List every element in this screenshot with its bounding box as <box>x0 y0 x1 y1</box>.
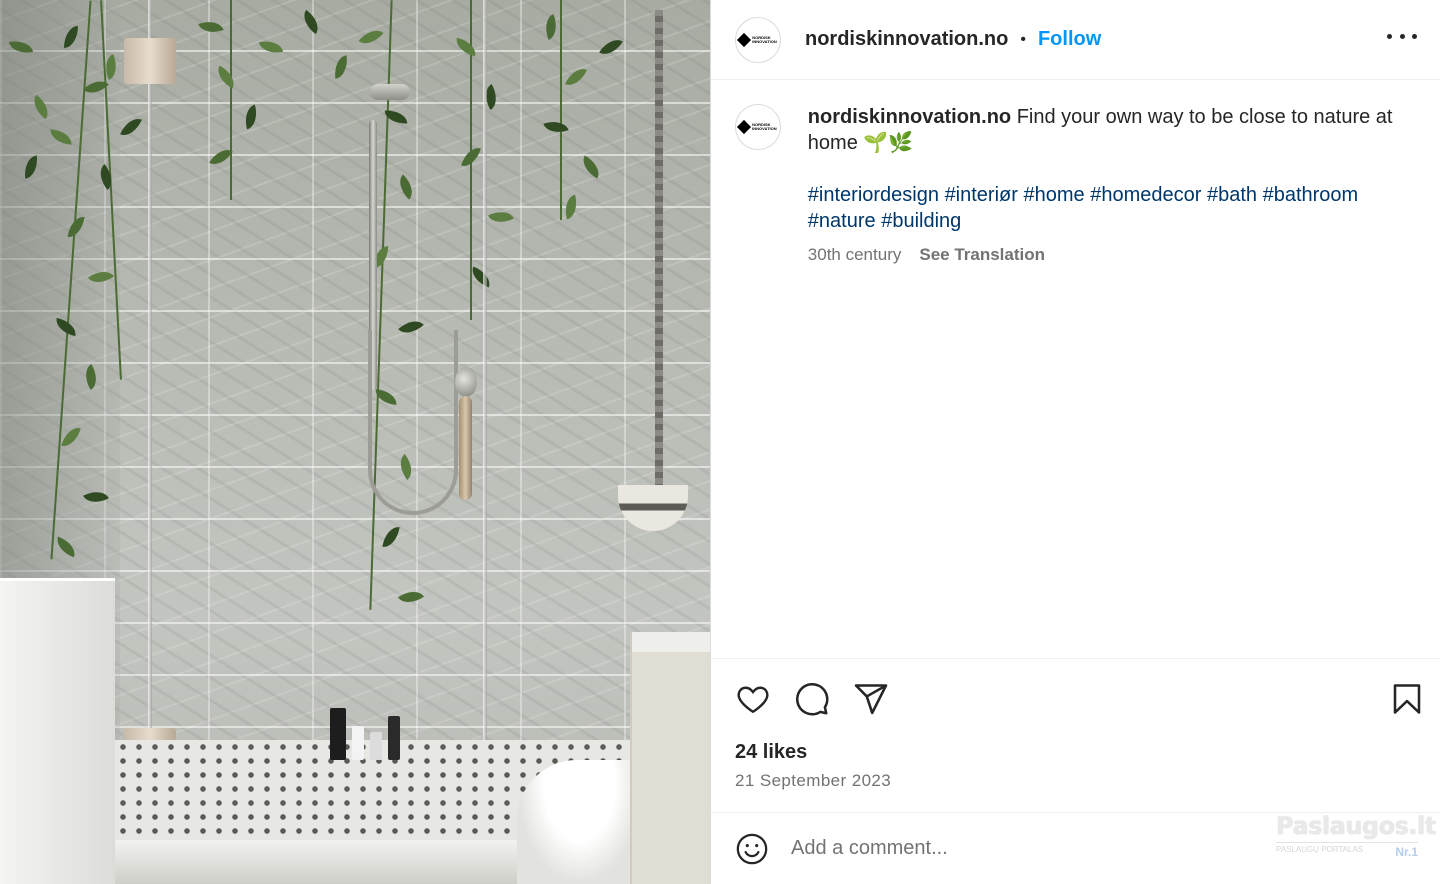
post-date: 21 September 2023 <box>735 771 892 790</box>
more-dot <box>1399 33 1405 39</box>
caption-text-block: nordiskinnovation.no Find your own way t… <box>808 104 1425 156</box>
hashtag-link[interactable]: #homedecor <box>1090 184 1201 206</box>
watermark-subtitle: PASLAUGŲ PORTALAS <box>1276 845 1364 854</box>
hashtag-link[interactable]: #bath <box>1207 184 1257 206</box>
hashtag-link[interactable]: #interiordesign <box>808 184 939 206</box>
hashtag-link[interactable]: #interiør <box>945 184 1018 206</box>
more-options-icon[interactable] <box>1387 24 1417 48</box>
glass-hinge <box>124 38 176 84</box>
caption-avatar[interactable]: NORDISK INNOVATION <box>735 104 781 150</box>
smiley-icon[interactable] <box>735 832 769 866</box>
send-icon[interactable] <box>853 681 889 717</box>
bottle <box>330 708 346 760</box>
shower-valve <box>455 367 477 397</box>
avatar-label-line2: INNOVATION <box>752 126 777 131</box>
heart-icon[interactable] <box>735 681 771 717</box>
shower-curb <box>115 840 535 884</box>
likes-count[interactable]: 24 likes <box>735 741 807 764</box>
avatar-logo-text: NORDISK INNOVATION <box>752 35 777 44</box>
hashtag-link[interactable]: #home <box>1023 184 1084 206</box>
bathtub <box>0 578 115 884</box>
vine <box>560 0 562 220</box>
watermark-badge: Nr.1 <box>1395 845 1418 859</box>
logo-diamond-icon <box>737 32 752 47</box>
hashtag-link[interactable]: #nature <box>808 210 876 232</box>
watermark-subtitle-row: PASLAUGŲ PORTALAS Nr.1 <box>1276 842 1418 859</box>
watermark: Paslaugos.lt PASLAUGŲ PORTALAS Nr.1 <box>1276 812 1436 862</box>
comment-icon[interactable] <box>794 681 830 717</box>
shower-hose <box>368 330 458 515</box>
caption-meta: 30th century See Translation <box>808 242 1425 268</box>
logo-diamond-icon <box>737 119 752 135</box>
avatar-label-line2: INNOVATION <box>752 38 777 44</box>
shower-head <box>370 84 410 100</box>
post-header: NORDISK INNOVATION nordiskinnovation.no … <box>711 0 1440 80</box>
comment-input[interactable] <box>791 837 1211 860</box>
caption-body: nordiskinnovation.no Find your own way t… <box>808 104 1425 268</box>
vine <box>230 0 232 200</box>
avatar[interactable]: NORDISK INNOVATION <box>735 16 781 63</box>
post-details-panel: NORDISK INNOVATION nordiskinnovation.no … <box>710 0 1440 884</box>
header-separator: • <box>1020 30 1026 48</box>
caption-username[interactable]: nordiskinnovation.no <box>808 106 1011 128</box>
hashtag-link[interactable]: #bathroom <box>1263 184 1359 206</box>
post-image[interactable] <box>0 0 710 884</box>
more-dot <box>1412 33 1417 39</box>
hashtag-link[interactable]: #building <box>881 210 961 232</box>
bottle <box>370 732 382 760</box>
header-username[interactable]: nordiskinnovation.no <box>805 28 1008 51</box>
bottle <box>388 716 400 760</box>
macrame-hanger <box>655 10 663 490</box>
watermark-title: Paslaugos.lt <box>1276 812 1436 840</box>
more-dot <box>1387 33 1392 39</box>
toiletry-bottles <box>330 708 400 760</box>
bottle <box>352 726 364 760</box>
toilet <box>517 760 642 884</box>
bookmark-icon[interactable] <box>1389 681 1425 717</box>
action-bar: 24 likes 21 September 2023 <box>711 658 1440 813</box>
follow-button[interactable]: Follow <box>1038 28 1101 51</box>
instagram-post-view: NORDISK INNOVATION nordiskinnovation.no … <box>0 0 1440 884</box>
hashtag-list: #interiordesign #interiør #home #homedec… <box>808 182 1425 234</box>
shower-handle <box>459 396 472 500</box>
caption-timestamp[interactable]: 30th century <box>808 242 902 268</box>
caption: NORDISK INNOVATION nordiskinnovation.no … <box>735 104 1425 268</box>
avatar-logo-text: NORDISK INNOVATION <box>752 123 777 131</box>
vanity-cabinet <box>630 632 710 884</box>
see-translation-button[interactable]: See Translation <box>919 242 1045 268</box>
